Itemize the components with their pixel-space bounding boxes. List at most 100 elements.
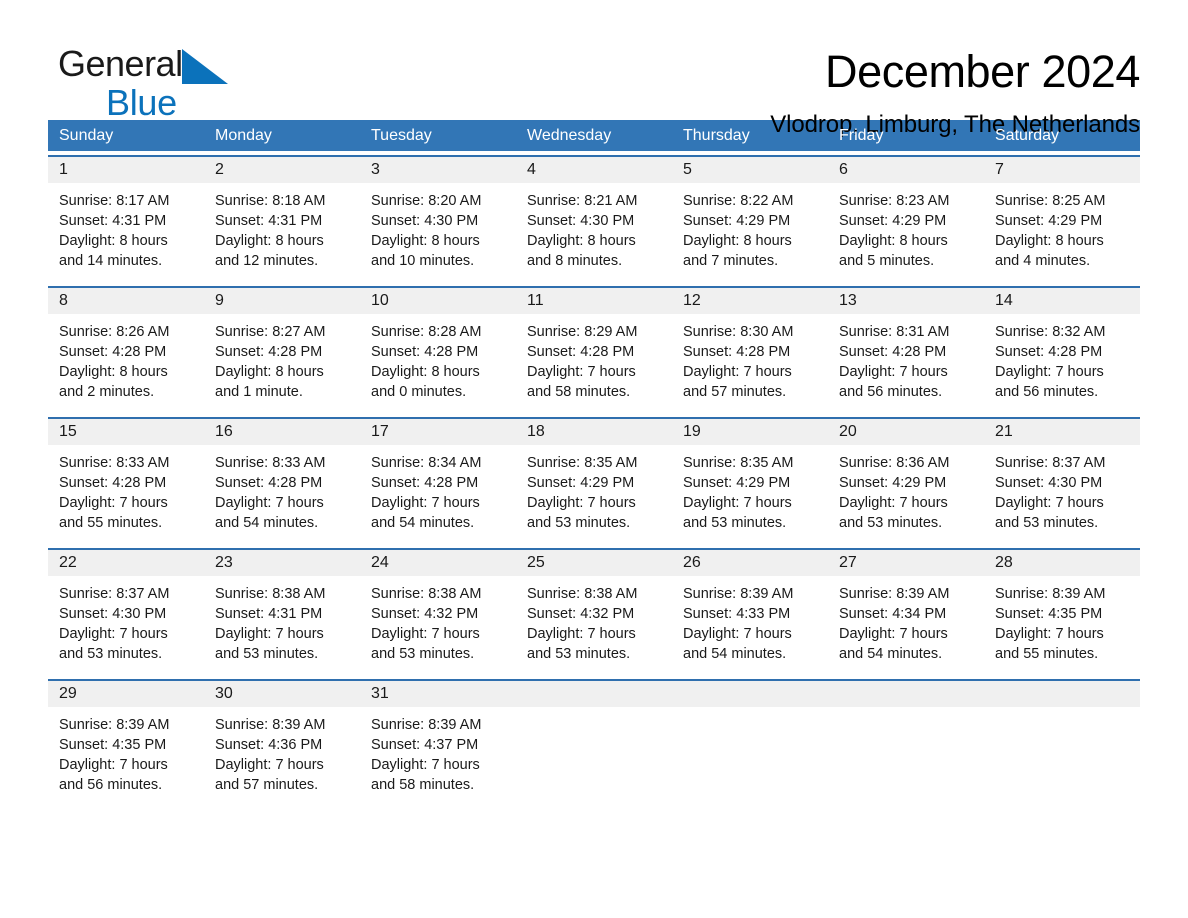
daylight-text-line1: Daylight: 7 hours [371, 495, 480, 511]
daylight-text-line1: Daylight: 7 hours [59, 495, 168, 511]
daylight-text-line2: and 1 minute. [215, 384, 303, 400]
day-details: Sunrise: 8:17 AM Sunset: 4:31 PM Dayligh… [48, 183, 204, 271]
day-cell[interactable]: 5 Sunrise: 8:22 AM Sunset: 4:29 PM Dayli… [672, 157, 828, 282]
daylight-text-line2: and 56 minutes. [839, 384, 943, 400]
sunset-text: Sunset: 4:29 PM [683, 475, 791, 491]
daylight-text-line1: Daylight: 8 hours [59, 364, 168, 380]
daylight-text-line2: and 7 minutes. [683, 253, 779, 269]
sunrise-text: Sunrise: 8:39 AM [371, 717, 482, 733]
day-cell[interactable]: 12 Sunrise: 8:30 AM Sunset: 4:28 PM Dayl… [672, 288, 828, 413]
daylight-text-line1: Daylight: 7 hours [371, 757, 480, 773]
day-cell[interactable]: 21 Sunrise: 8:37 AM Sunset: 4:30 PM Dayl… [984, 419, 1140, 544]
day-number: 5 [672, 157, 828, 183]
day-details: Sunrise: 8:31 AM Sunset: 4:28 PM Dayligh… [828, 314, 984, 402]
sunset-text: Sunset: 4:34 PM [839, 606, 947, 622]
day-cell[interactable]: 16 Sunrise: 8:33 AM Sunset: 4:28 PM Dayl… [204, 419, 360, 544]
day-cell[interactable]: 25 Sunrise: 8:38 AM Sunset: 4:32 PM Dayl… [516, 550, 672, 675]
daylight-text-line1: Daylight: 8 hours [59, 233, 168, 249]
sunrise-text: Sunrise: 8:27 AM [215, 324, 326, 340]
day-cell[interactable]: 26 Sunrise: 8:39 AM Sunset: 4:33 PM Dayl… [672, 550, 828, 675]
daylight-text-line2: and 54 minutes. [371, 515, 475, 531]
day-details: Sunrise: 8:33 AM Sunset: 4:28 PM Dayligh… [204, 445, 360, 533]
day-cell[interactable]: 4 Sunrise: 8:21 AM Sunset: 4:30 PM Dayli… [516, 157, 672, 282]
logo-top-row: General [58, 46, 278, 84]
daylight-text-line2: and 54 minutes. [215, 515, 319, 531]
sunrise-text: Sunrise: 8:37 AM [59, 586, 170, 602]
day-cell[interactable]: 2 Sunrise: 8:18 AM Sunset: 4:31 PM Dayli… [204, 157, 360, 282]
day-cell[interactable]: 15 Sunrise: 8:33 AM Sunset: 4:28 PM Dayl… [48, 419, 204, 544]
day-cell[interactable]: 9 Sunrise: 8:27 AM Sunset: 4:28 PM Dayli… [204, 288, 360, 413]
sunset-text: Sunset: 4:31 PM [59, 213, 167, 229]
daylight-text-line2: and 55 minutes. [995, 646, 1099, 662]
sunrise-text: Sunrise: 8:39 AM [59, 717, 170, 733]
sunrise-text: Sunrise: 8:36 AM [839, 455, 950, 471]
day-number [828, 681, 984, 707]
sunset-text: Sunset: 4:35 PM [995, 606, 1103, 622]
day-number: 15 [48, 419, 204, 445]
sunrise-text: Sunrise: 8:39 AM [683, 586, 794, 602]
day-cell[interactable]: 22 Sunrise: 8:37 AM Sunset: 4:30 PM Dayl… [48, 550, 204, 675]
daylight-text-line2: and 8 minutes. [527, 253, 623, 269]
day-cell[interactable]: 6 Sunrise: 8:23 AM Sunset: 4:29 PM Dayli… [828, 157, 984, 282]
day-cell[interactable]: 13 Sunrise: 8:31 AM Sunset: 4:28 PM Dayl… [828, 288, 984, 413]
day-number: 20 [828, 419, 984, 445]
sunrise-text: Sunrise: 8:35 AM [527, 455, 638, 471]
sunrise-text: Sunrise: 8:35 AM [683, 455, 794, 471]
daylight-text-line1: Daylight: 7 hours [527, 495, 636, 511]
day-number: 1 [48, 157, 204, 183]
sunrise-text: Sunrise: 8:38 AM [371, 586, 482, 602]
day-cell[interactable]: 7 Sunrise: 8:25 AM Sunset: 4:29 PM Dayli… [984, 157, 1140, 282]
day-cell[interactable]: 1 Sunrise: 8:17 AM Sunset: 4:31 PM Dayli… [48, 157, 204, 282]
daylight-text-line1: Daylight: 7 hours [527, 364, 636, 380]
day-cell[interactable]: 27 Sunrise: 8:39 AM Sunset: 4:34 PM Dayl… [828, 550, 984, 675]
sunrise-text: Sunrise: 8:30 AM [683, 324, 794, 340]
day-number: 22 [48, 550, 204, 576]
sunrise-text: Sunrise: 8:21 AM [527, 193, 638, 209]
day-number [516, 681, 672, 707]
day-details: Sunrise: 8:37 AM Sunset: 4:30 PM Dayligh… [48, 576, 204, 664]
day-cell[interactable]: 14 Sunrise: 8:32 AM Sunset: 4:28 PM Dayl… [984, 288, 1140, 413]
day-details: Sunrise: 8:29 AM Sunset: 4:28 PM Dayligh… [516, 314, 672, 402]
day-details: Sunrise: 8:27 AM Sunset: 4:28 PM Dayligh… [204, 314, 360, 402]
daylight-text-line1: Daylight: 7 hours [839, 364, 948, 380]
sunrise-text: Sunrise: 8:38 AM [215, 586, 326, 602]
daylight-text-line2: and 0 minutes. [371, 384, 467, 400]
day-cell[interactable]: 30 Sunrise: 8:39 AM Sunset: 4:36 PM Dayl… [204, 681, 360, 806]
sunset-text: Sunset: 4:31 PM [215, 213, 323, 229]
sunrise-text: Sunrise: 8:22 AM [683, 193, 794, 209]
day-number: 11 [516, 288, 672, 314]
daylight-text-line2: and 53 minutes. [371, 646, 475, 662]
sunset-text: Sunset: 4:28 PM [527, 344, 635, 360]
daylight-text-line1: Daylight: 7 hours [683, 626, 792, 642]
sunset-text: Sunset: 4:28 PM [995, 344, 1103, 360]
daylight-text-line1: Daylight: 8 hours [683, 233, 792, 249]
day-cell[interactable]: 8 Sunrise: 8:26 AM Sunset: 4:28 PM Dayli… [48, 288, 204, 413]
day-cell[interactable]: 20 Sunrise: 8:36 AM Sunset: 4:29 PM Dayl… [828, 419, 984, 544]
day-cell[interactable]: 17 Sunrise: 8:34 AM Sunset: 4:28 PM Dayl… [360, 419, 516, 544]
day-details: Sunrise: 8:38 AM Sunset: 4:32 PM Dayligh… [360, 576, 516, 664]
day-details: Sunrise: 8:25 AM Sunset: 4:29 PM Dayligh… [984, 183, 1140, 271]
daylight-text-line2: and 10 minutes. [371, 253, 475, 269]
day-cell[interactable]: 11 Sunrise: 8:29 AM Sunset: 4:28 PM Dayl… [516, 288, 672, 413]
day-cell[interactable]: 3 Sunrise: 8:20 AM Sunset: 4:30 PM Dayli… [360, 157, 516, 282]
daylight-text-line1: Daylight: 8 hours [371, 364, 480, 380]
weekday-header-thursday: Thursday [683, 127, 750, 144]
day-number: 16 [204, 419, 360, 445]
masthead: General Blue December 2024 Vlodrop, Limb… [48, 0, 1140, 139]
daylight-text-line1: Daylight: 7 hours [215, 495, 324, 511]
day-cell[interactable]: 18 Sunrise: 8:35 AM Sunset: 4:29 PM Dayl… [516, 419, 672, 544]
sunset-text: Sunset: 4:37 PM [371, 737, 479, 753]
day-number: 7 [984, 157, 1140, 183]
day-cell[interactable]: 19 Sunrise: 8:35 AM Sunset: 4:29 PM Dayl… [672, 419, 828, 544]
day-cell[interactable]: 24 Sunrise: 8:38 AM Sunset: 4:32 PM Dayl… [360, 550, 516, 675]
day-cell-empty [672, 681, 828, 806]
daylight-text-line2: and 53 minutes. [683, 515, 787, 531]
day-number [984, 681, 1140, 707]
day-cell[interactable]: 23 Sunrise: 8:38 AM Sunset: 4:31 PM Dayl… [204, 550, 360, 675]
daylight-text-line2: and 53 minutes. [995, 515, 1099, 531]
daylight-text-line1: Daylight: 7 hours [59, 757, 168, 773]
day-cell[interactable]: 31 Sunrise: 8:39 AM Sunset: 4:37 PM Dayl… [360, 681, 516, 806]
day-cell[interactable]: 29 Sunrise: 8:39 AM Sunset: 4:35 PM Dayl… [48, 681, 204, 806]
day-cell[interactable]: 10 Sunrise: 8:28 AM Sunset: 4:28 PM Dayl… [360, 288, 516, 413]
day-cell[interactable]: 28 Sunrise: 8:39 AM Sunset: 4:35 PM Dayl… [984, 550, 1140, 675]
